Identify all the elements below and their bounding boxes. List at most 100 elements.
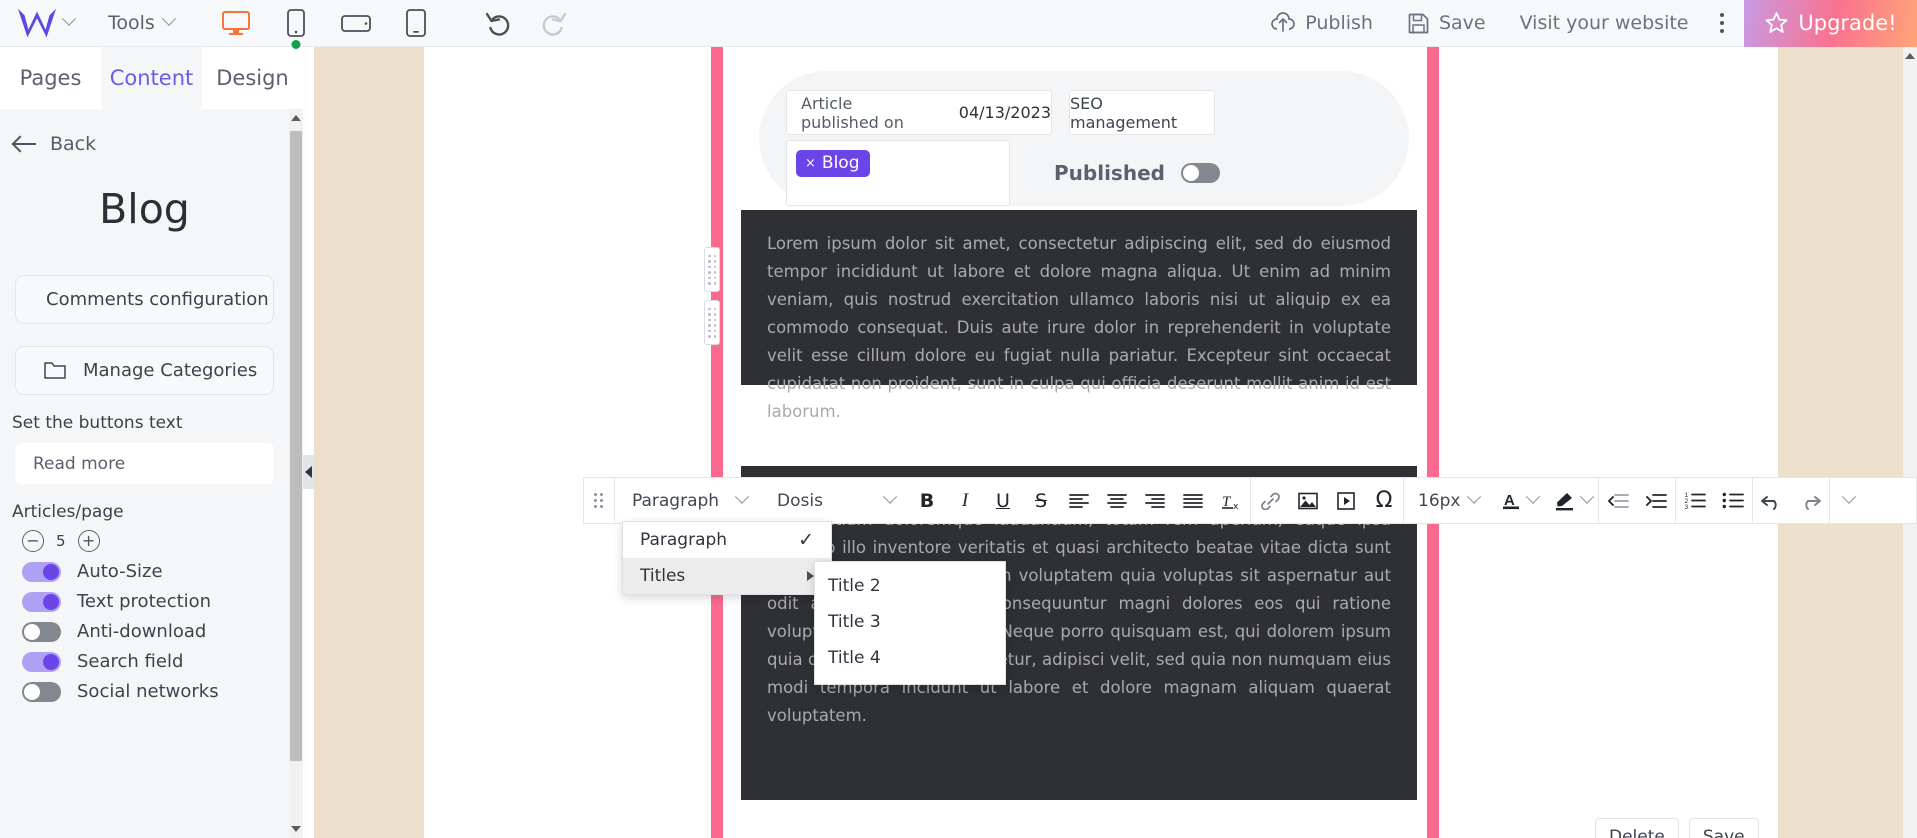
desktop-view-button[interactable] [216, 6, 256, 40]
toggle-social-networks[interactable] [22, 681, 61, 702]
save-button[interactable]: Save [1390, 12, 1503, 35]
toolbar-drag-handle[interactable] [584, 477, 614, 524]
clear-format-button[interactable]: T x [1212, 477, 1250, 524]
chip-remove-icon[interactable]: × [805, 156, 816, 171]
block-drag-handle[interactable] [704, 247, 720, 347]
manage-categories-button[interactable]: Manage Categories [15, 346, 274, 395]
toolbar-more-button[interactable] [1830, 477, 1868, 524]
comments-configuration-label: Comments configuration [46, 289, 269, 310]
tablet-landscape-view-button[interactable] [336, 6, 376, 40]
decrement-button[interactable]: − [22, 530, 44, 552]
kebab-dot [1719, 28, 1724, 34]
chevron-left-icon [305, 466, 312, 478]
triangle-up-icon [1905, 53, 1915, 59]
bold-button[interactable]: B [908, 477, 946, 524]
font-family-select[interactable]: Dosis [760, 477, 908, 524]
sidebar-tabs: Pages Content Design [0, 47, 303, 109]
toggle-auto-size-label: Auto-Size [77, 561, 163, 582]
scroll-down-button[interactable] [289, 820, 303, 838]
buttons-text-input[interactable]: Read more [15, 443, 274, 484]
delete-button[interactable]: Delete [1595, 818, 1679, 838]
italic-button[interactable]: I [946, 477, 984, 524]
mobile-view-button[interactable] [276, 6, 316, 49]
scroll-up-button[interactable] [289, 109, 303, 127]
tools-chevron-down-icon [161, 11, 176, 26]
align-justify-button[interactable] [1174, 477, 1212, 524]
editor-redo-button[interactable] [1791, 477, 1829, 524]
insert-video-button[interactable] [1327, 477, 1365, 524]
special-character-button[interactable]: Ω [1365, 477, 1403, 524]
chevron-down-icon [1526, 489, 1541, 504]
save-block-button[interactable]: Save [1688, 818, 1759, 838]
menu-item-title-3[interactable]: Title 3 [815, 604, 1005, 640]
visit-website-link[interactable]: Visit your website [1503, 12, 1706, 34]
tools-menu-button[interactable]: Tools [108, 11, 176, 34]
toggle-row-text-protection: Text protection [0, 582, 289, 612]
toggle-auto-size[interactable] [22, 561, 61, 582]
category-chip-blog[interactable]: × Blog [796, 150, 871, 177]
sidebar-collapse-handle[interactable] [303, 455, 314, 489]
menu-item-title-4[interactable]: Title 4 [815, 640, 1005, 676]
unordered-list-button[interactable] [1714, 477, 1752, 524]
block-action-row: Delete Save [1595, 818, 1759, 838]
toggle-anti-download[interactable] [22, 621, 61, 642]
paragraph-block-1[interactable]: Lorem ipsum dolor sit amet, consectetur … [741, 210, 1417, 421]
increment-button[interactable]: + [77, 530, 100, 552]
category-field[interactable]: × Blog [786, 140, 1010, 206]
menu-item-titles[interactable]: Titles [623, 558, 831, 594]
text-color-button[interactable]: A [1491, 489, 1544, 511]
back-button[interactable]: Back [0, 109, 289, 155]
more-options-button[interactable] [1706, 12, 1745, 34]
publish-button[interactable]: Publish [1253, 12, 1390, 34]
underline-button[interactable]: U [984, 477, 1022, 524]
tablet-portrait-view-button[interactable] [396, 6, 436, 40]
undo-button[interactable] [482, 6, 516, 40]
canvas-scrollbar[interactable] [1903, 47, 1917, 838]
upgrade-button[interactable]: Upgrade! [1744, 0, 1917, 47]
comments-configuration-button[interactable]: Comments configuration [15, 275, 274, 324]
strikethrough-button[interactable]: S [1022, 477, 1060, 524]
toggle-row-auto-size: Auto-Size [0, 552, 289, 582]
redo-button[interactable] [536, 6, 570, 40]
format-select-value: Paragraph [632, 490, 720, 511]
sidebar-scrollbar[interactable] [289, 109, 303, 838]
insert-link-button[interactable] [1251, 477, 1289, 524]
align-left-button[interactable] [1060, 477, 1098, 524]
ordered-list-button[interactable]: 1 2 3 [1676, 477, 1714, 524]
scroll-up-button[interactable] [1903, 47, 1917, 65]
left-guide-bar [711, 47, 723, 838]
outdent-button[interactable] [1599, 477, 1637, 524]
align-justify-icon [1183, 493, 1203, 508]
tab-content[interactable]: Content [101, 47, 202, 109]
menu-item-paragraph[interactable]: Paragraph ✓ [623, 522, 831, 558]
indent-button[interactable] [1637, 477, 1675, 524]
triangle-up-icon [291, 115, 301, 121]
align-center-button[interactable] [1098, 477, 1136, 524]
publish-date-field[interactable]: Article published on 04/13/2023 [786, 90, 1052, 135]
page-title: Blog [99, 185, 190, 233]
font-size-select[interactable]: 16px [1404, 489, 1491, 511]
tab-pages[interactable]: Pages [0, 47, 101, 109]
tab-design[interactable]: Design [202, 47, 303, 109]
highlight-color-button[interactable] [1544, 489, 1598, 511]
editor-undo-button[interactable] [1753, 477, 1791, 524]
toggle-text-protection[interactable] [22, 591, 61, 612]
brand-logo-group[interactable] [0, 6, 77, 40]
drag-handle-icon [704, 247, 720, 292]
published-toggle[interactable] [1180, 163, 1220, 183]
mobile-icon [286, 9, 305, 37]
brand-chevron-down-icon[interactable] [61, 11, 77, 26]
svg-text:3: 3 [1685, 504, 1689, 509]
category-chip-label: Blog [821, 153, 860, 173]
seo-management-button[interactable]: SEO management [1069, 90, 1215, 135]
undo-icon [485, 12, 510, 36]
website-canvas: Article published on 04/13/2023 SEO mana… [314, 47, 1903, 838]
toggle-search-field[interactable] [22, 651, 61, 672]
scrollbar-thumb[interactable] [290, 131, 302, 761]
format-select[interactable]: Paragraph [615, 477, 760, 524]
menu-item-title-2[interactable]: Title 2 [815, 568, 1005, 604]
align-right-button[interactable] [1136, 477, 1174, 524]
undo-icon [1761, 495, 1778, 510]
minus-icon: − [26, 531, 40, 550]
insert-image-button[interactable] [1289, 477, 1327, 524]
